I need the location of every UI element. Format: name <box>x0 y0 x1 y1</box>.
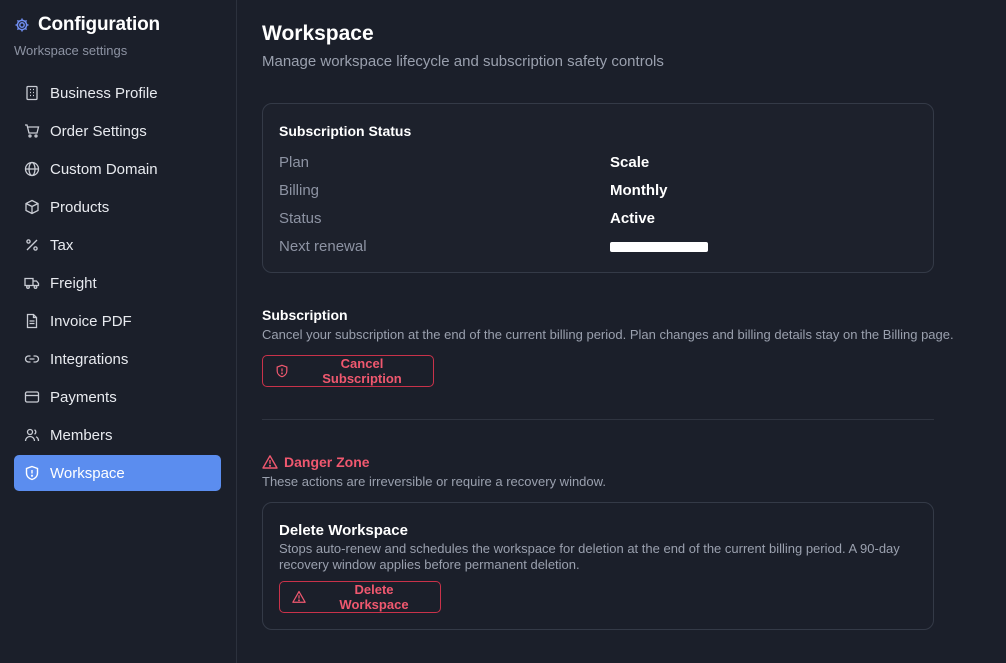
cancel-subscription-label: Cancel Subscription <box>322 356 402 386</box>
page-title: Workspace <box>262 22 374 45</box>
subscription-status-card: Subscription Status Plan Scale Billing M… <box>262 103 934 273</box>
sidebar-item-label: Workspace <box>50 464 125 482</box>
sidebar-item-label: Order Settings <box>50 122 147 140</box>
sidebar-item-label: Invoice PDF <box>50 312 132 330</box>
shield-icon <box>24 465 40 481</box>
truck-icon <box>24 275 40 291</box>
users-icon <box>24 427 40 443</box>
globe-icon <box>24 161 40 177</box>
sidebar-item-label: Payments <box>50 388 117 406</box>
danger-zone-title: Danger Zone <box>284 454 370 470</box>
box-icon <box>24 199 40 215</box>
sidebar: Configuration Workspace settings Busines… <box>0 0 237 663</box>
percent-icon <box>24 237 40 253</box>
subscription-title: Subscription <box>262 307 348 323</box>
subscription-description: Cancel your subscription at the end of t… <box>262 327 954 342</box>
status-value: Active <box>610 210 656 227</box>
delete-workspace-title: Delete Workspace <box>279 522 408 539</box>
credit-card-icon <box>24 389 40 405</box>
danger-zone-header: Danger Zone <box>262 454 370 470</box>
shield-alert-icon <box>275 364 289 378</box>
plan-label: Plan <box>279 154 310 171</box>
cart-icon <box>24 123 40 139</box>
sidebar-item-invoice-pdf[interactable]: Invoice PDF <box>14 303 221 339</box>
warning-icon <box>262 454 278 470</box>
sidebar-item-payments[interactable]: Payments <box>14 379 221 415</box>
sidebar-item-label: Members <box>50 426 113 444</box>
billing-label: Billing <box>279 182 320 199</box>
gear-icon <box>14 17 30 33</box>
sidebar-item-label: Integrations <box>50 350 129 368</box>
delete-workspace-card: Delete Workspace Stops auto-renew and sc… <box>262 502 934 630</box>
sidebar-item-integrations[interactable]: Integrations <box>14 341 221 377</box>
warning-icon <box>292 590 306 604</box>
sidebar-item-members[interactable]: Members <box>14 417 221 453</box>
sidebar-item-label: Custom Domain <box>50 160 158 178</box>
document-icon <box>24 313 40 329</box>
sidebar-item-freight[interactable]: Freight <box>14 265 221 301</box>
delete-workspace-label: Delete Workspace <box>339 582 409 612</box>
status-label: Status <box>279 210 322 227</box>
delete-workspace-description: Stops auto-renew and schedules the works… <box>279 541 900 572</box>
sidebar-item-label: Products <box>50 198 110 216</box>
sidebar-item-order-settings[interactable]: Order Settings <box>14 113 221 149</box>
billing-value: Monthly <box>610 182 668 199</box>
sidebar-item-products[interactable]: Products <box>14 189 221 225</box>
next-renewal-label: Next renewal <box>279 238 367 255</box>
sidebar-item-label: Tax <box>50 236 74 254</box>
sidebar-item-tax[interactable]: Tax <box>14 227 221 263</box>
sidebar-nav: Business Profile Order Settings Custom D… <box>14 75 221 493</box>
delete-workspace-button[interactable]: Delete Workspace <box>279 581 441 613</box>
sidebar-item-business-profile[interactable]: Business Profile <box>14 75 221 111</box>
sidebar-item-workspace[interactable]: Workspace <box>14 455 221 491</box>
sidebar-item-custom-domain[interactable]: Custom Domain <box>14 151 221 187</box>
sidebar-item-label: Freight <box>50 274 97 292</box>
cancel-subscription-button[interactable]: Cancel Subscription <box>262 355 434 387</box>
subscription-status-title: Subscription Status <box>279 123 412 139</box>
plan-value: Scale <box>610 154 650 171</box>
sidebar-title: Configuration <box>38 14 160 35</box>
sidebar-item-label: Business Profile <box>50 84 158 102</box>
section-divider <box>262 419 934 420</box>
link-icon <box>24 351 40 367</box>
danger-zone-description: These actions are irreversible or requir… <box>262 474 606 489</box>
sidebar-subtitle: Workspace settings <box>14 43 128 58</box>
next-renewal-value-redacted <box>610 242 708 252</box>
building-icon <box>24 85 40 101</box>
sidebar-brand: Configuration <box>14 14 160 36</box>
page-subtitle: Manage workspace lifecycle and subscript… <box>262 53 664 70</box>
